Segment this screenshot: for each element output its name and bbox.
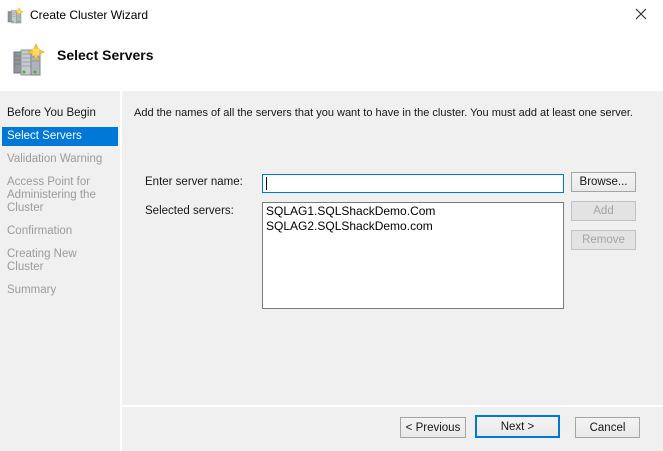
sidebar-item-select-servers: Select Servers [2, 127, 118, 146]
page-title: Select Servers [57, 47, 154, 63]
remove-button[interactable]: Remove [571, 230, 636, 250]
sidebar-item-creating-new-cluster: Creating New Cluster [7, 248, 77, 273]
sidebar-item-confirmation: Confirmation [7, 225, 73, 237]
select-servers-panel: Add the names of all the servers that yo… [122, 91, 663, 451]
wizard-header: Select Servers [0, 30, 663, 91]
server-name-input[interactable] [262, 174, 564, 193]
footer-separator [122, 405, 663, 407]
browse-button[interactable]: Browse... [571, 172, 636, 192]
sidebar-item-summary: Summary [7, 284, 57, 296]
title-bar: Create Cluster Wizard [0, 0, 663, 30]
previous-button[interactable]: < Previous [400, 417, 466, 438]
selected-servers-listbox[interactable]: SQLAG1.SQLShackDemo.Com SQLAG2.SQLShackD… [262, 202, 564, 309]
enter-server-name-label: Enter server name: [145, 176, 243, 188]
sidebar-item-validation-warning: Validation Warning [7, 153, 103, 165]
next-button[interactable]: Next > [475, 415, 560, 438]
sidebar-item-before-you-begin: Before You Begin [7, 107, 96, 119]
wizard-body: Before You Begin Select Servers Validati… [0, 91, 663, 451]
server-list-item[interactable]: SQLAG1.SQLShackDemo.Com [263, 204, 563, 219]
cluster-servers-icon [12, 43, 46, 77]
close-icon [635, 8, 647, 23]
selected-servers-label: Selected servers: [145, 205, 234, 217]
close-button[interactable] [618, 0, 663, 30]
text-caret [266, 177, 267, 190]
add-button[interactable]: Add [571, 201, 636, 221]
create-cluster-wizard-window: Create Cluster Wizard Select Servers Bef… [0, 0, 663, 451]
instruction-text: Add the names of all the servers that yo… [134, 107, 633, 119]
server-list-item[interactable]: SQLAG2.SQLShackDemo.com [263, 219, 563, 234]
cancel-button[interactable]: Cancel [575, 417, 640, 438]
cluster-app-icon [7, 7, 24, 24]
sidebar-item-access-point: Access Point for Administering the Clust… [7, 176, 96, 214]
wizard-steps-sidebar: Before You Begin Select Servers Validati… [0, 91, 120, 451]
window-title: Create Cluster Wizard [30, 8, 149, 22]
